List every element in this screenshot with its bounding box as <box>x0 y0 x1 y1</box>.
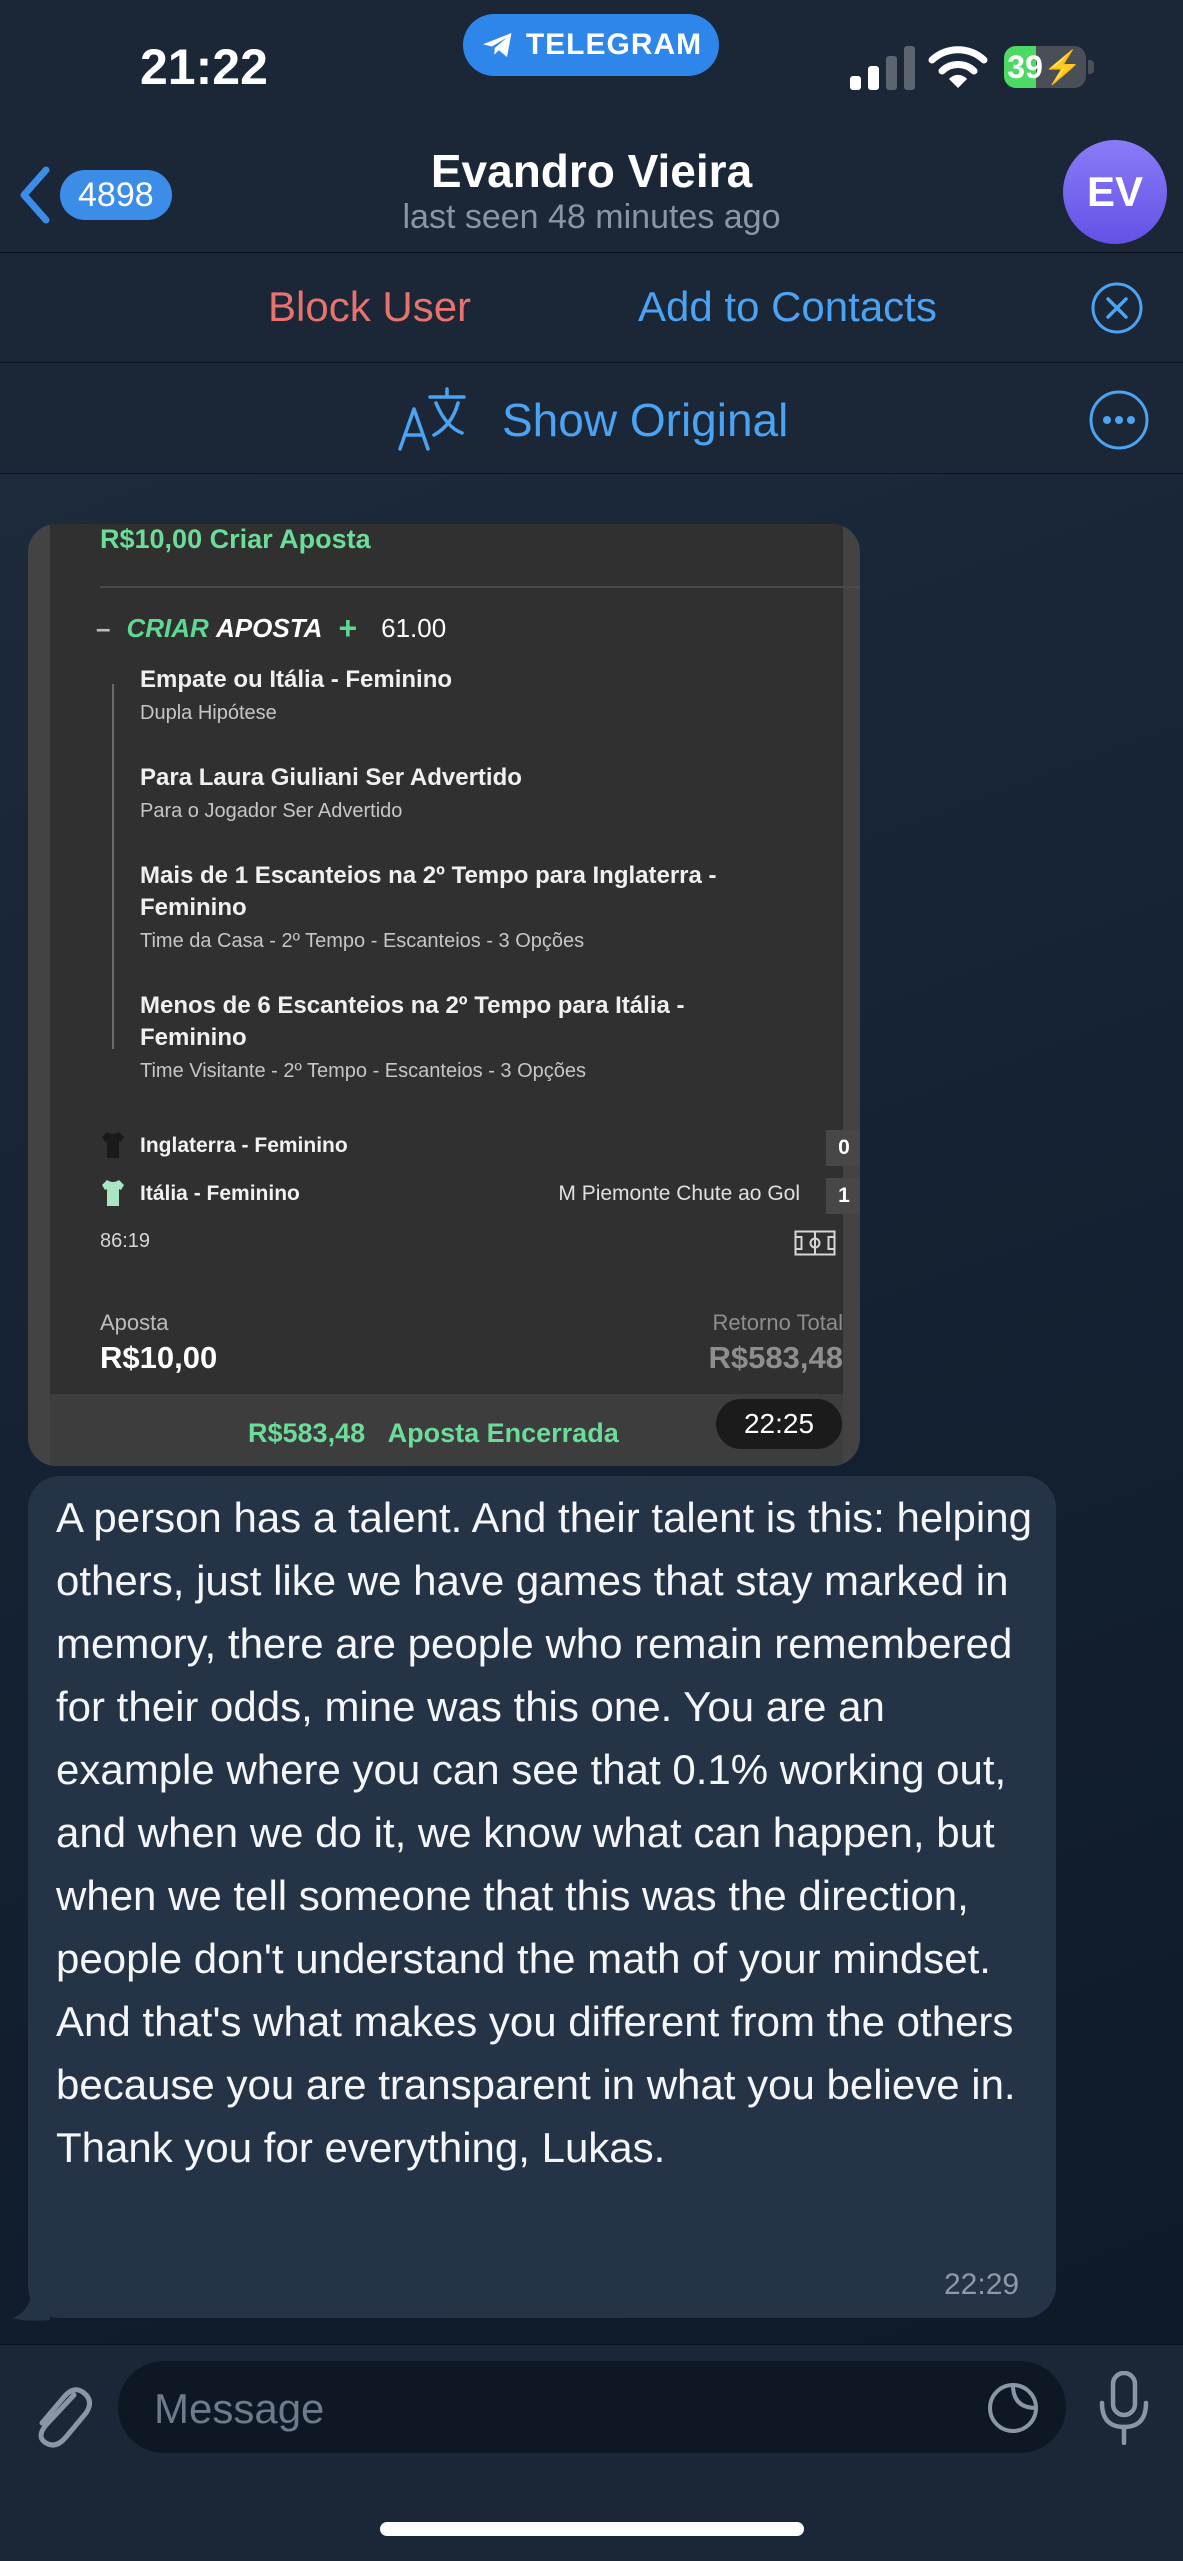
selection-subtitle: Time Visitante - 2º Tempo - Escanteios -… <box>140 1060 587 1082</box>
away-team-name: Itália - Feminino <box>140 1182 300 1205</box>
telegram-plane-icon <box>482 33 512 57</box>
away-shirt-icon <box>102 1180 124 1206</box>
avatar[interactable]: EV <box>1063 140 1167 244</box>
away-event: M Piemonte Chute ao Gol <box>558 1182 800 1205</box>
away-score: 1 <box>826 1178 860 1214</box>
selection-item: Menos de 6 Escanteios na 2º Tempo para I… <box>140 990 780 1083</box>
status-bar: 21:22 TELEGRAM 39⚡ <box>0 0 1183 140</box>
message-text: A person has a talent. And their talent … <box>56 1494 1032 2171</box>
contact-action-bar: Block User Add to Contacts <box>0 252 1183 363</box>
selection-subtitle: Time da Casa - 2º Tempo - Escanteios - 3… <box>140 930 585 952</box>
selection-item: Mais de 1 Escanteios na 2º Tempo para In… <box>140 860 780 953</box>
plus-icon: + <box>338 610 358 646</box>
selection-subtitle: Dupla Hipótese <box>140 702 277 724</box>
home-indicator <box>380 2522 804 2536</box>
battery-percent: 39⚡ <box>1007 49 1083 85</box>
block-user-button[interactable]: Block User <box>268 283 471 331</box>
attach-icon[interactable] <box>26 2375 92 2449</box>
selection-item: Empate ou Itália - Feminino Dupla Hipóte… <box>140 664 840 725</box>
bet-screenshot-image[interactable]: R$10,00 Criar Aposta – CRIAR APOSTA + 61… <box>28 524 860 1466</box>
home-shirt-icon <box>102 1132 124 1158</box>
team-row-away: Itália - Feminino M Piemonte Chute ao Go… <box>100 1178 860 1214</box>
more-options-icon[interactable] <box>1088 389 1150 451</box>
return-label: Retorno Total <box>712 1310 843 1335</box>
selection-item: Para Laura Giuliani Ser Advertido Para o… <box>140 762 840 823</box>
selection-title: Empate ou Itália - Feminino <box>140 666 453 693</box>
battery-indicator: 39⚡ <box>1004 46 1086 88</box>
signal-icon <box>850 46 915 90</box>
match-clock: 86:19 <box>100 1230 151 1252</box>
telegram-pill-label: TELEGRAM <box>525 28 703 61</box>
return-value: R$583,48 <box>708 1340 843 1375</box>
stake-label: Aposta <box>100 1310 169 1335</box>
bet-builder-header: – CRIAR APOSTA + 61.00 <box>96 610 446 647</box>
bet-builder-label: CRIAR APOSTA <box>126 613 323 643</box>
home-score: 0 <box>826 1130 860 1166</box>
message-placeholder: Message <box>154 2385 325 2432</box>
stake-value: R$10,00 <box>100 1340 218 1375</box>
collapse-dash: – <box>96 613 111 643</box>
home-team-name: Inglaterra - Feminino <box>140 1134 348 1157</box>
selection-title: Para Laura Giuliani Ser Advertido <box>140 764 522 791</box>
divider <box>100 586 860 588</box>
message-time: 22:29 <box>944 2268 1020 2301</box>
translate-icon <box>398 387 466 451</box>
chat-header: 4898 Evandro Vieira last seen 48 minutes… <box>0 140 1183 252</box>
pitch-icon <box>794 1230 836 1256</box>
wifi-icon <box>928 46 988 88</box>
bet-odds: 61.00 <box>381 613 447 643</box>
microphone-icon[interactable] <box>1094 2371 1154 2445</box>
battery-nub <box>1088 60 1094 74</box>
show-original-button[interactable]: Show Original <box>502 393 788 447</box>
close-icon[interactable] <box>1090 281 1144 335</box>
bet-closed-status: R$583,48 Aposta Encerrada <box>248 1418 619 1448</box>
selection-line <box>112 684 114 1049</box>
image-timestamp: 22:25 <box>716 1399 842 1449</box>
bet-stake-title: R$10,00 Criar Aposta <box>100 524 371 554</box>
telegram-pill[interactable]: TELEGRAM <box>463 14 719 76</box>
last-seen-status: last seen 48 minutes ago <box>402 198 781 236</box>
contact-name[interactable]: Evandro Vieira <box>0 144 1183 198</box>
selection-title: Menos de 6 Escanteios na 2º Tempo para I… <box>140 992 685 1051</box>
team-row-home: Inglaterra - Feminino 0 <box>100 1130 860 1166</box>
bet-slip: R$10,00 Criar Aposta – CRIAR APOSTA + 61… <box>50 524 860 1466</box>
translate-bar: Show Original <box>0 362 1183 474</box>
status-time: 21:22 <box>140 39 268 95</box>
selection-title: Mais de 1 Escanteios na 2º Tempo para In… <box>140 862 717 921</box>
add-to-contacts-button[interactable]: Add to Contacts <box>638 283 937 331</box>
selection-subtitle: Para o Jogador Ser Advertido <box>140 800 403 822</box>
sticker-icon[interactable] <box>986 2381 1040 2435</box>
